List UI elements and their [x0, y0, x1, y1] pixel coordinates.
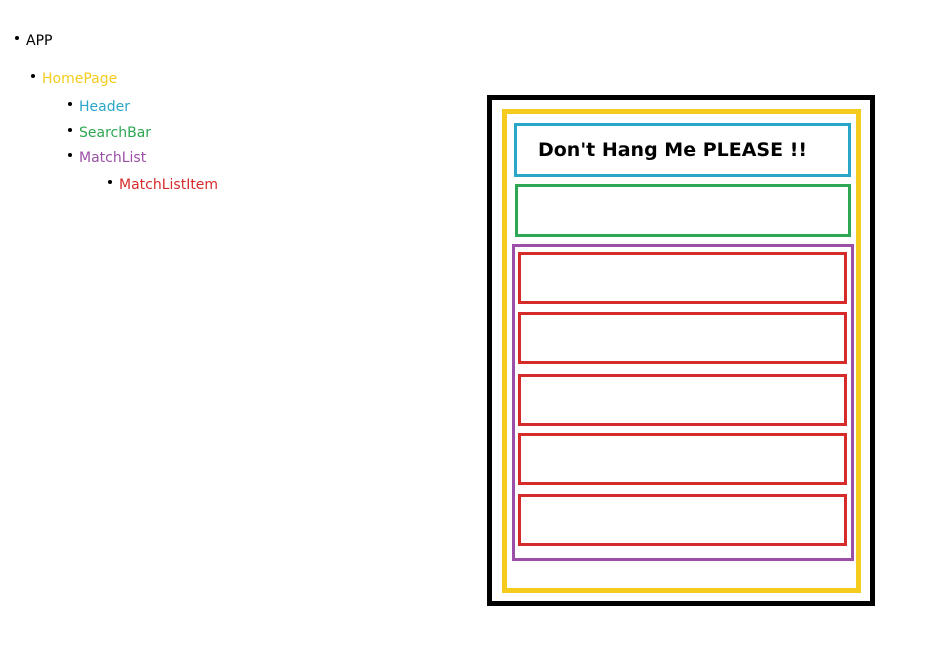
matchlistitem-frame [518, 494, 847, 546]
tree-label-searchbar: SearchBar [79, 125, 152, 141]
matchlistitem-frame [518, 312, 847, 364]
header-frame: Don't Hang Me PLEASE !! [514, 123, 851, 177]
tree-item-matchlistitem: MatchListItem [108, 177, 218, 193]
matchlistitem-frame [518, 374, 847, 426]
tree-label-matchlist: MatchList [79, 150, 147, 166]
tree-item-homepage: HomePage [31, 71, 117, 87]
bullet-icon [31, 74, 35, 78]
bullet-icon [68, 102, 72, 106]
tree-item-app: APP [15, 33, 52, 49]
tree-item-matchlist: MatchList [68, 150, 146, 166]
bullet-icon [15, 36, 19, 40]
searchbar-frame [515, 184, 851, 237]
matchlistitem-frame [518, 433, 847, 485]
tree-label-matchlistitem: MatchListItem [119, 177, 219, 193]
matchlistitem-frame [518, 252, 847, 304]
header-title: Don't Hang Me PLEASE !! [537, 139, 808, 161]
tree-label-header: Header [79, 99, 130, 115]
tree-item-header: Header [68, 99, 130, 115]
tree-item-searchbar: SearchBar [68, 125, 151, 141]
tree-label-app: APP [26, 33, 53, 49]
bullet-icon [68, 128, 72, 132]
bullet-icon [108, 180, 112, 184]
tree-label-homepage: HomePage [42, 71, 118, 87]
bullet-icon [68, 153, 72, 157]
